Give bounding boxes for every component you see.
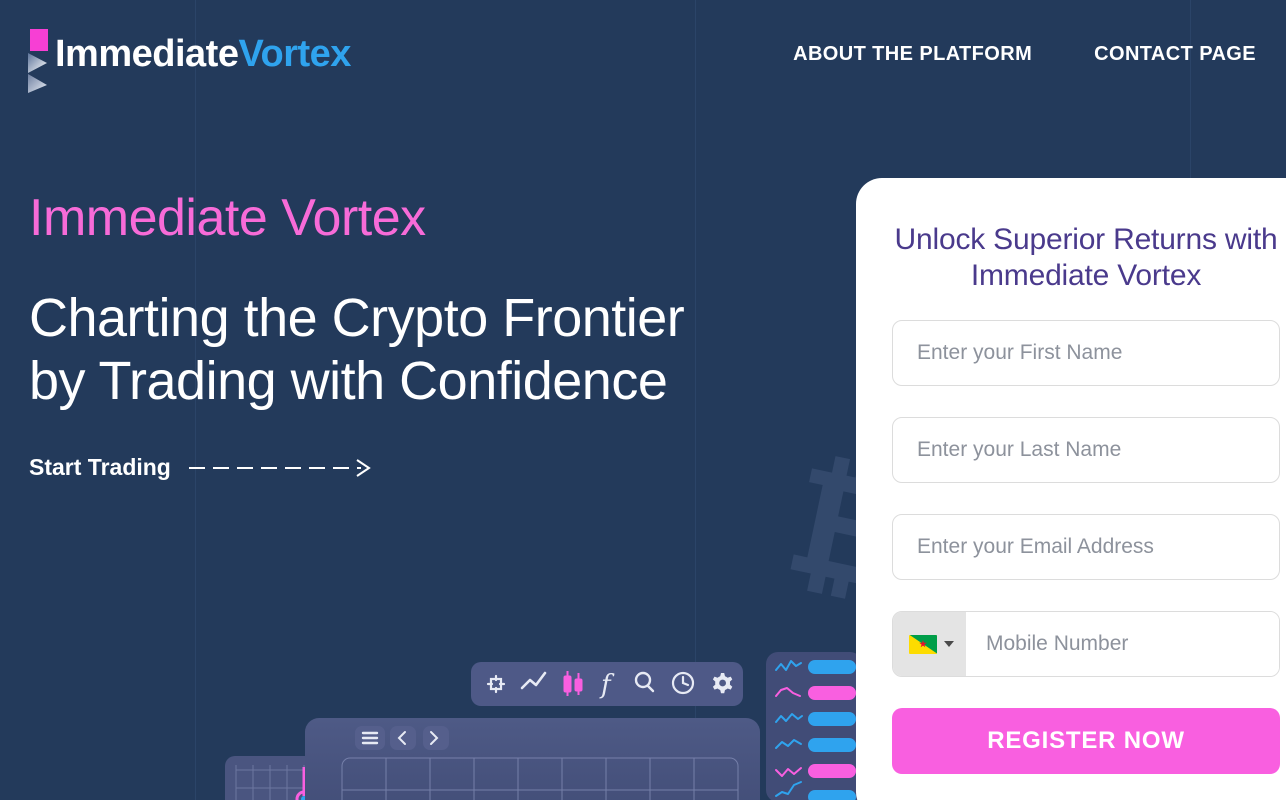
- registration-form-card: Unlock Superior Returns with Immediate V…: [856, 178, 1286, 800]
- logo-arrow-icon: [25, 16, 53, 93]
- landing-page: ₿ ImmediateVortex ABOUT THE PLATFORM CON…: [0, 0, 1286, 800]
- chevron-left-icon: [390, 726, 416, 750]
- start-trading-link[interactable]: Start Trading: [29, 454, 381, 481]
- trading-illustration: f: [0, 600, 900, 800]
- chevron-right-icon: [423, 726, 449, 750]
- main-chart-window: [305, 718, 760, 800]
- mobile-number-input[interactable]: [966, 612, 1279, 676]
- nav-item-about[interactable]: ABOUT THE PLATFORM: [793, 43, 1032, 66]
- page-title: Charting the Crypto Frontier by Trading …: [29, 288, 685, 411]
- hero-section: Immediate Vortex Charting the Crypto Fro…: [29, 189, 749, 481]
- email-input[interactable]: [892, 514, 1280, 580]
- brand-word-1: Immediate: [55, 33, 239, 75]
- country-code-select[interactable]: [893, 612, 966, 676]
- logo-arrow-svg: [28, 53, 47, 93]
- brand-text: ImmediateVortex: [55, 35, 351, 73]
- form-heading: Unlock Superior Returns with Immediate V…: [894, 223, 1278, 292]
- nav-item-contact[interactable]: CONTACT PAGE: [1094, 43, 1256, 66]
- hero-eyebrow: Immediate Vortex: [29, 189, 426, 247]
- french-guiana-flag-icon: [909, 634, 937, 654]
- register-now-button[interactable]: REGISTER NOW: [892, 708, 1280, 774]
- dashed-arrow-right-icon: [188, 459, 371, 477]
- chevron-down-icon: [944, 641, 954, 647]
- ticker-panel: [766, 652, 862, 800]
- form-fields: REGISTER NOW: [892, 320, 1280, 774]
- trading-illustration-svg: f: [225, 652, 862, 800]
- first-name-input[interactable]: [892, 320, 1280, 386]
- last-name-input[interactable]: [892, 417, 1280, 483]
- phone-row: [892, 611, 1280, 677]
- brand-logo[interactable]: ImmediateVortex: [25, 16, 351, 93]
- brand-word-2: Vortex: [238, 33, 351, 75]
- main-nav: ABOUT THE PLATFORM CONTACT PAGE: [793, 43, 1256, 66]
- hamburger-menu-icon: [355, 726, 385, 750]
- logo-dot: [30, 29, 48, 51]
- start-trading-label: Start Trading: [29, 454, 171, 481]
- site-header: ImmediateVortex ABOUT THE PLATFORM CONTA…: [0, 0, 1286, 108]
